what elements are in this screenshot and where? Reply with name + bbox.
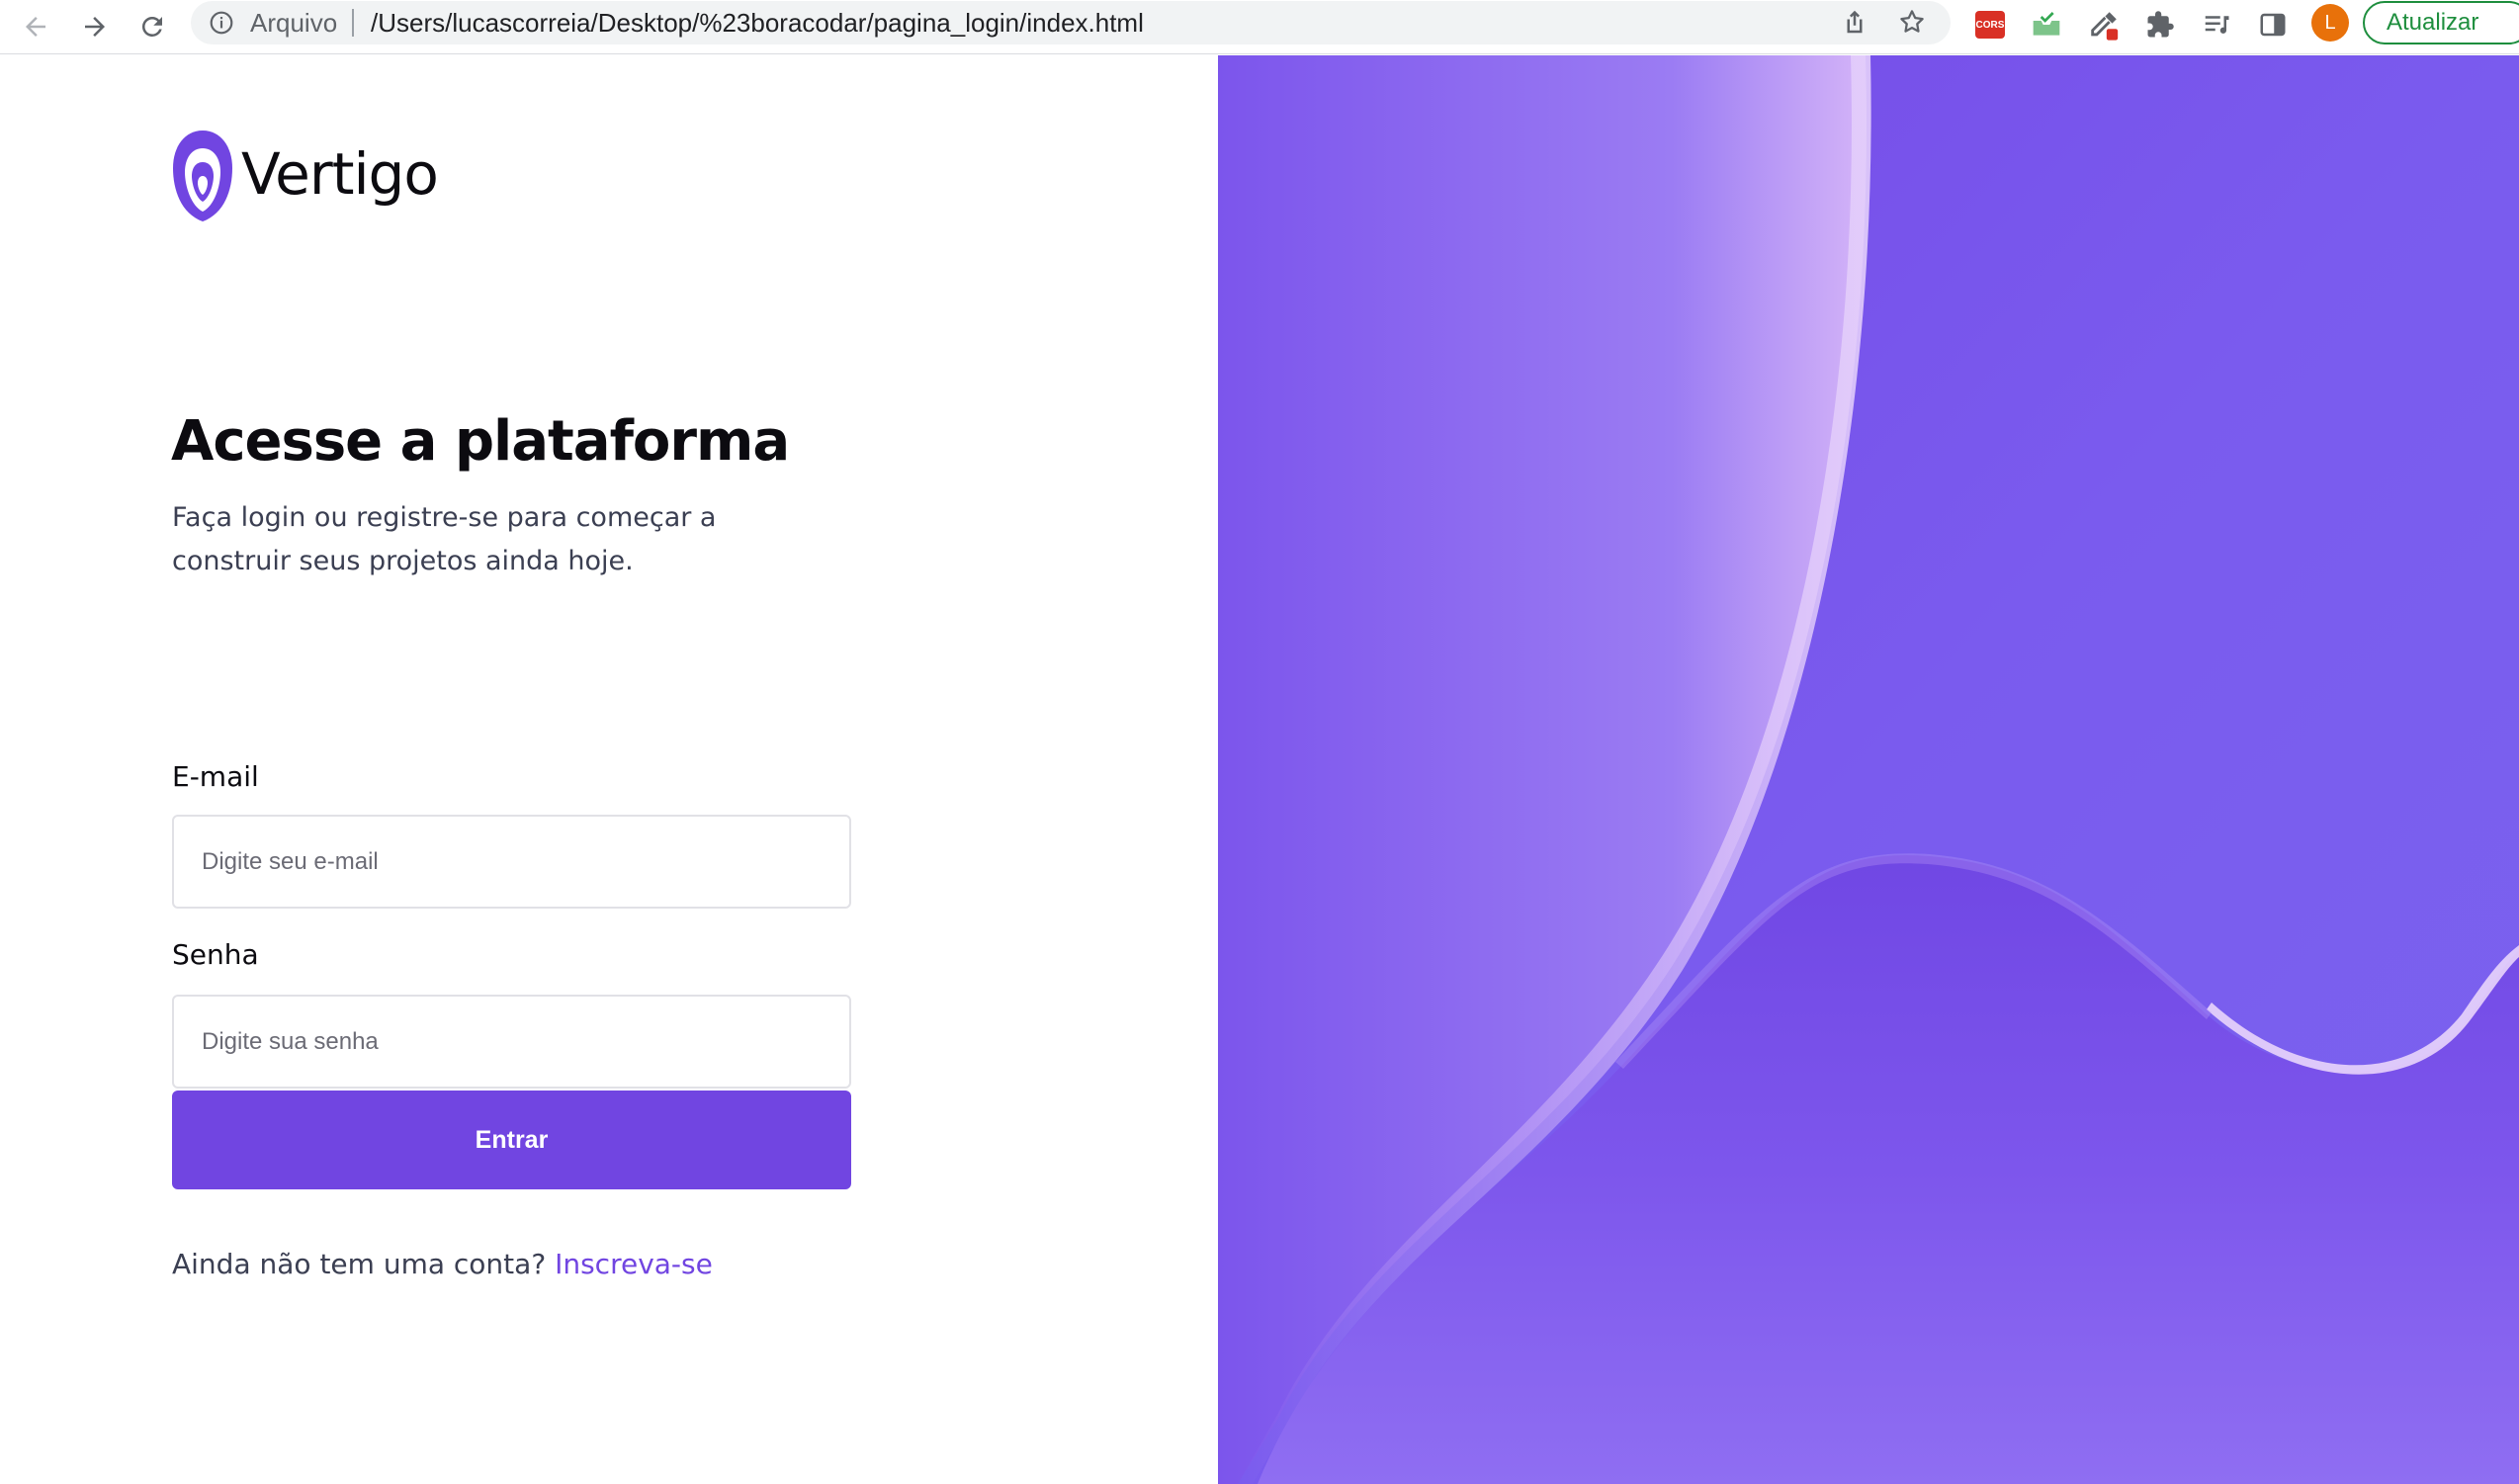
back-button[interactable] <box>14 5 57 48</box>
reload-button[interactable] <box>130 5 174 48</box>
bookmark-star-icon[interactable] <box>1897 7 1929 39</box>
page-subtitle: Faça login ou registre-se para começar a… <box>172 502 717 576</box>
inbox-check-extension-icon[interactable] <box>2027 5 2066 44</box>
profile-avatar[interactable]: L <box>2311 4 2349 42</box>
cors-extension-icon[interactable]: CORS <box>1970 5 2010 44</box>
password-label: Senha <box>172 938 259 971</box>
reload-icon <box>141 16 162 37</box>
cors-badge: CORS <box>1975 11 2005 39</box>
page-title: Acesse a plataforma <box>171 409 790 474</box>
forward-button[interactable] <box>73 5 117 48</box>
login-panel: Vertigo Acesse a plataforma Faça login o… <box>0 55 1218 1484</box>
login-submit-button[interactable]: Entrar <box>172 1091 851 1189</box>
brand-name: Vertigo <box>241 140 439 208</box>
site-info-icon[interactable] <box>209 10 234 41</box>
address-separator <box>352 9 354 37</box>
puzzle-extensions-icon[interactable] <box>2140 5 2180 44</box>
update-browser-button[interactable]: Atualizar <box>2363 1 2519 44</box>
side-panel-icon[interactable] <box>2253 5 2293 44</box>
forward-arrow-icon <box>85 17 105 37</box>
back-arrow-icon <box>26 17 45 37</box>
address-bar[interactable]: Arquivo /Users/lucascorreia/Desktop/%23b… <box>191 1 1951 44</box>
decorative-gradient-panel <box>1218 55 2519 1484</box>
reading-list-icon[interactable] <box>2197 5 2236 44</box>
signup-prompt: Ainda não tem uma conta? Inscreva-se <box>172 1248 713 1280</box>
brand-logo: Vertigo <box>172 125 439 223</box>
signup-prompt-text: Ainda não tem uma conta? <box>172 1248 547 1280</box>
address-url[interactable]: /Users/lucascorreia/Desktop/%23boracodar… <box>371 8 1144 39</box>
email-field[interactable] <box>172 815 851 909</box>
login-page: Vertigo Acesse a plataforma Faça login o… <box>0 55 2519 1484</box>
eyedropper-extension-icon[interactable] <box>2084 5 2124 44</box>
share-icon[interactable] <box>1840 7 1871 39</box>
signup-link[interactable]: Inscreva-se <box>555 1248 713 1280</box>
address-scheme-label: Arquivo <box>250 8 338 38</box>
email-label: E-mail <box>172 760 259 793</box>
abstract-wave-illustration <box>1218 55 2519 1484</box>
vertigo-logo-icon <box>173 131 232 221</box>
password-field[interactable] <box>172 995 851 1089</box>
browser-toolbar: Arquivo /Users/lucascorreia/Desktop/%23b… <box>0 0 2519 54</box>
